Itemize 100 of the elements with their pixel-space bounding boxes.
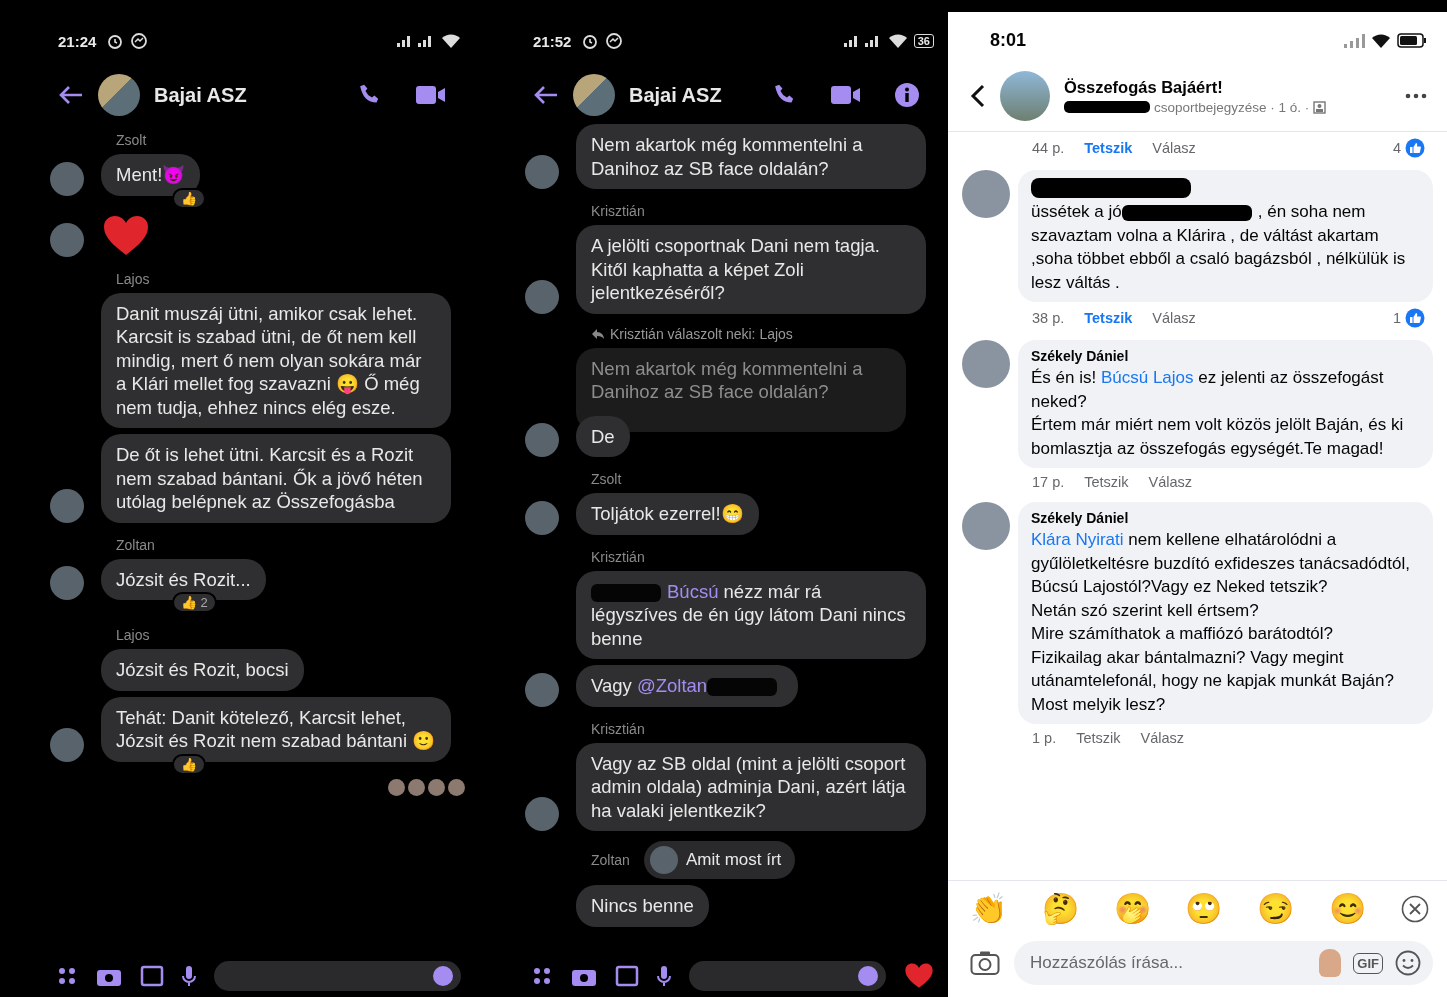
sender-name: Zoltan	[591, 852, 630, 868]
apps-icon[interactable]	[56, 965, 78, 987]
reply-preview[interactable]: Amit most írt	[643, 841, 796, 879]
back-icon[interactable]	[970, 84, 986, 108]
microphone-icon[interactable]	[182, 965, 196, 987]
like-count: 4	[1392, 140, 1401, 156]
like-link[interactable]: Tetszik	[1084, 474, 1129, 490]
more-icon[interactable]	[1405, 93, 1427, 99]
group-title: Összefogás Bajáért!	[1064, 77, 1224, 97]
group-avatar	[1000, 71, 1050, 121]
reply-link[interactable]: Válasz	[1148, 474, 1193, 490]
seen-avatar-icon	[448, 778, 465, 796]
sender-name: Zoltan	[115, 536, 156, 553]
info-icon[interactable]	[894, 82, 920, 108]
message-bubble: Danit muszáj ütni, amikor csak lehet. Karcsit is szabad ütni, de őt nem kell mindig, mert ő nem olyan sokára már a Klári mellet fog szavazni 😛 Ő még nem tudja, ehhez nincs elég esze.	[101, 292, 451, 428]
comment-author[interactable]: Székely Dániel	[1031, 348, 1420, 364]
gif-button[interactable]: GIF	[1353, 952, 1383, 974]
microphone-icon[interactable]	[657, 965, 671, 987]
like-link[interactable]: Tetszik	[1084, 140, 1133, 156]
message-bubble: Nincs benne	[576, 885, 709, 927]
sender-name: Zsolt	[590, 471, 623, 487]
message-bubble: De őt is lehet ütni. Karcsit és a Rozit nem szabad bántani. Ők a jövő héten utólag belépnek az Összefogásba	[101, 434, 451, 523]
avatar-icon	[50, 727, 84, 762]
group-avatar	[573, 74, 615, 116]
reply-icon	[591, 327, 605, 340]
avatar-icon	[962, 170, 1010, 218]
sender-name: Lajos	[115, 627, 151, 643]
avatar-icon	[962, 340, 1010, 388]
heart-icon[interactable]	[904, 963, 934, 989]
comment-text: És én is! Búcsú Lajos ez jelenti az összefogást neked? Értem már miért nem volt közös jelölt Baján, és ki bomlasztja az összefogás egységét.Te magad!	[1031, 367, 1405, 460]
avatar-icon	[649, 846, 678, 874]
comment-time: 17 p.	[1032, 474, 1065, 490]
status-time: 21:52	[533, 32, 572, 50]
message-bubble: Toljátok ezerrel!😁	[576, 493, 759, 535]
chat-title: Bajai ASZ	[629, 83, 722, 107]
reply-note-text: Krisztián válaszolt neki: Lajos	[610, 325, 793, 342]
avatar-icon	[525, 797, 559, 831]
mention-link[interactable]: @Zoltan	[636, 675, 708, 696]
redaction-mark	[591, 583, 661, 602]
video-call-icon[interactable]	[415, 84, 447, 106]
mention-link[interactable]: Klára Nyirati	[1031, 530, 1124, 549]
comment-field[interactable]: Hozzászólás írása... GIF	[1014, 941, 1433, 985]
wifi-icon	[887, 33, 908, 49]
emoji-icon[interactable]	[1395, 950, 1421, 976]
message-bubble: Búcsú nézz már rá légyszíves de én úgy látom Dani nincs benne	[576, 570, 926, 659]
battery-icon	[1397, 33, 1427, 48]
sender-name: Zsolt	[115, 132, 148, 148]
video-call-icon[interactable]	[830, 84, 862, 106]
seen-avatar-icon	[408, 778, 425, 796]
message-field[interactable]	[689, 961, 886, 991]
mention-link[interactable]: Búcsú Lajos	[1100, 368, 1194, 387]
avatar-icon	[50, 161, 84, 196]
like-link[interactable]: Tetszik	[1084, 310, 1133, 326]
group-icon	[1313, 100, 1327, 114]
message-bubble: Vagy az SB oldal (mint a jelölti csoport admin oldala) adminja Dani, azért látja ha valaki jelentkezik?	[576, 742, 926, 831]
avatar-icon	[50, 222, 84, 257]
avatar-icon	[50, 488, 84, 523]
back-icon[interactable]	[58, 84, 84, 106]
message-bubble: Józsit és Rozit, bocsi	[101, 649, 304, 691]
close-icon[interactable]	[1400, 895, 1429, 923]
post-meta: csoportbejegyzése · 1 ó. ·	[1154, 99, 1310, 115]
image-icon[interactable]	[140, 965, 164, 987]
message-field[interactable]	[214, 961, 461, 991]
avatar-icon	[525, 279, 559, 314]
avatar-icon	[525, 500, 559, 535]
comment-time: 38 p.	[1032, 310, 1065, 326]
message-bubble: De	[576, 415, 630, 457]
avatar-icon	[525, 155, 559, 189]
sender-name: Lajos	[115, 270, 151, 287]
redaction-mark	[707, 678, 778, 697]
sender-name: Krisztián	[590, 203, 646, 219]
camera-icon[interactable]	[970, 950, 1000, 976]
emoji-icon[interactable]	[858, 966, 878, 986]
wifi-icon	[1371, 33, 1391, 48]
message-bubble: A jelölti csoportnak Dani nem tagja. Kitől kaphatta a képet Zoli jelentkezéséről?	[576, 225, 926, 314]
alarm-icon	[106, 32, 125, 50]
like-count: 1	[1392, 310, 1401, 326]
wifi-icon	[441, 33, 461, 49]
signal-icon	[1343, 33, 1365, 48]
alarm-icon	[581, 32, 600, 50]
image-icon[interactable]	[615, 965, 639, 987]
reply-link[interactable]: Válasz	[1152, 140, 1196, 156]
reply-link[interactable]: Válasz	[1140, 730, 1185, 746]
reply-link[interactable]: Válasz	[1152, 310, 1196, 326]
avatar-icon	[962, 502, 1010, 550]
emoji-icon[interactable]	[433, 966, 453, 986]
like-link[interactable]: Tetszik	[1076, 730, 1121, 746]
avatar-icon	[525, 672, 559, 707]
like-icon	[1405, 138, 1425, 158]
mention-link[interactable]: Búcsú	[667, 580, 719, 602]
comment-author[interactable]: Székely Dániel	[1031, 510, 1420, 526]
chat-icon	[605, 32, 624, 50]
comment-time: 1 p.	[1032, 730, 1057, 746]
apps-icon[interactable]	[531, 965, 553, 987]
comment-text: üssétek a jó , én soha nem szavaztam volna a Klárira , de váltást akartam ,soha többet ebből a csaló bagázsból , nélkülük is lesz váltás .	[1031, 201, 1407, 294]
like-icon	[1405, 308, 1425, 328]
avatar-icon	[525, 423, 559, 457]
battery-indicator: 36	[913, 34, 934, 48]
seen-avatar-icon	[388, 778, 405, 796]
back-icon[interactable]	[533, 84, 559, 106]
